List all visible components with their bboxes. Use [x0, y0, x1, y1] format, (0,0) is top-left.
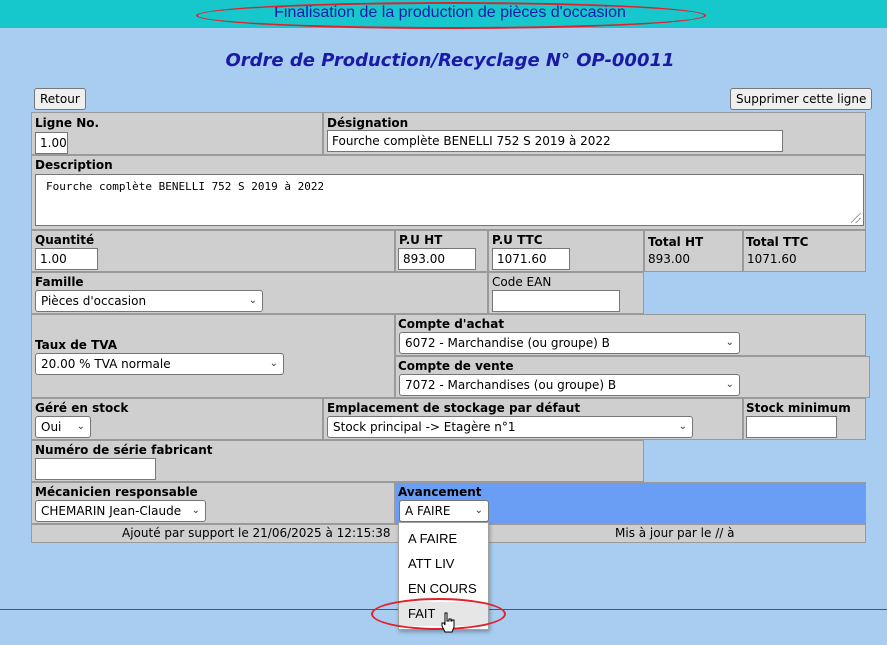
taux-tva-label: Taux de TVA	[35, 338, 118, 352]
cell-total-ttc: Total TTC 1071.60	[743, 230, 866, 272]
famille-value: Pièces d'occasion	[41, 294, 147, 308]
description-label: Description	[35, 158, 113, 172]
compte-vente-value: 7072 - Marchandises (ou groupe) B	[405, 378, 617, 392]
cell-famille: Famille Pièces d'occasion ⌄	[31, 272, 488, 314]
avancement-select[interactable]: A FAIRE ⌄	[399, 500, 489, 522]
total-ttc-value: 1071.60	[747, 252, 797, 266]
serie-label: Numéro de série fabricant	[35, 443, 213, 457]
cell-serie: Numéro de série fabricant	[31, 440, 644, 482]
cell-gere-stock: Géré en stock Oui ⌄	[31, 398, 323, 440]
pu-ttc-label: P.U TTC	[492, 233, 543, 247]
cell-taux-tva: Taux de TVA 20.00 % TVA normale ⌄	[31, 314, 395, 398]
avancement-label: Avancement	[398, 485, 482, 499]
total-ht-label: Total HT	[648, 235, 704, 249]
pu-ht-label: P.U HT	[399, 233, 443, 247]
chevron-down-icon: ⌄	[76, 421, 85, 432]
cell-stock-min: Stock minimum	[743, 398, 866, 440]
cell-avancement: Avancement A FAIRE ⌄	[395, 482, 866, 524]
code-ean-label: Code EAN	[492, 275, 552, 289]
chevron-down-icon: ⌄	[725, 337, 734, 348]
code-ean-input[interactable]	[492, 290, 620, 312]
emplacement-label: Emplacement de stockage par défaut	[327, 401, 581, 415]
serie-input[interactable]	[35, 458, 156, 480]
compte-achat-value: 6072 - Marchandise (ou groupe) B	[405, 336, 610, 350]
quantity-input[interactable]: 1.00	[35, 248, 98, 270]
famille-label: Famille	[35, 275, 84, 289]
page-title: Ordre de Production/Recyclage N° OP-0001…	[225, 50, 675, 71]
pu-ttc-input[interactable]: 1071.60	[492, 248, 570, 270]
resize-grip-icon[interactable]	[851, 213, 861, 223]
compte-vente-label: Compte de vente	[398, 359, 514, 373]
annotation-ellipse-bottom	[371, 598, 506, 630]
mecanicien-select[interactable]: CHEMARIN Jean-Claude ⌄	[35, 500, 206, 522]
description-textarea[interactable]: Fourche complète BENELLI 752 S 2019 à 20…	[35, 174, 864, 226]
emplacement-select[interactable]: Stock principal -> Etagère n°1 ⌄	[327, 416, 693, 438]
avancement-value: A FAIRE	[405, 504, 451, 518]
cell-quantity: Quantité 1.00	[31, 230, 395, 272]
stock-min-input[interactable]	[746, 416, 837, 438]
cell-pu-ttc: P.U TTC 1071.60	[488, 230, 644, 272]
added-info: Ajouté par support le 21/06/2025 à 12:15…	[122, 526, 391, 540]
taux-tva-value: 20.00 % TVA normale	[41, 357, 171, 371]
line-no-input[interactable]: 1.00	[35, 132, 68, 154]
chevron-down-icon: ⌄	[248, 295, 257, 306]
designation-label: Désignation	[327, 116, 409, 130]
chevron-down-icon: ⌄	[191, 505, 200, 516]
cell-code-ean: Code EAN	[488, 272, 644, 314]
back-button[interactable]: Retour	[34, 88, 86, 110]
chevron-down-icon: ⌄	[474, 505, 483, 516]
cell-emplacement: Emplacement de stockage par défaut Stock…	[323, 398, 743, 440]
pu-ht-input[interactable]: 893.00	[398, 248, 476, 270]
line-no-label: Ligne No.	[35, 116, 100, 130]
quantity-label: Quantité	[35, 233, 95, 247]
cell-compte-vente: Compte de vente 7072 - Marchandises (ou …	[395, 356, 870, 398]
emplacement-value: Stock principal -> Etagère n°1	[333, 420, 516, 434]
gere-stock-label: Géré en stock	[35, 401, 129, 415]
designation-input[interactable]: Fourche complète BENELLI 752 S 2019 à 20…	[327, 130, 783, 152]
mecanicien-label: Mécanicien responsable	[35, 485, 198, 499]
cell-line-no: Ligne No. 1.00	[31, 112, 323, 155]
hand-cursor-icon	[441, 612, 455, 633]
chevron-down-icon: ⌄	[269, 358, 278, 369]
total-ttc-label: Total TTC	[746, 235, 809, 249]
annotation-ellipse-top	[196, 2, 706, 29]
stock-min-label: Stock minimum	[746, 401, 851, 415]
gere-stock-value: Oui	[41, 420, 62, 434]
option-att-liv[interactable]: ATT LIV	[399, 552, 488, 576]
cell-mecanicien: Mécanicien responsable CHEMARIN Jean-Cla…	[31, 482, 395, 524]
mecanicien-value: CHEMARIN Jean-Claude	[41, 504, 182, 518]
famille-select[interactable]: Pièces d'occasion ⌄	[35, 290, 263, 312]
compte-achat-select[interactable]: 6072 - Marchandise (ou groupe) B ⌄	[399, 332, 740, 354]
total-ht-value: 893.00	[648, 252, 690, 266]
cell-designation: Désignation Fourche complète BENELLI 752…	[323, 112, 866, 155]
compte-vente-select[interactable]: 7072 - Marchandises (ou groupe) B ⌄	[399, 374, 740, 396]
taux-tva-select[interactable]: 20.00 % TVA normale ⌄	[35, 353, 284, 375]
description-text: Fourche complète BENELLI 752 S 2019 à 20…	[46, 180, 325, 193]
cell-pu-ht: P.U HT 893.00	[395, 230, 488, 272]
cell-description: Description Fourche complète BENELLI 752…	[31, 155, 866, 230]
gere-stock-select[interactable]: Oui ⌄	[35, 416, 91, 438]
chevron-down-icon: ⌄	[678, 421, 687, 432]
delete-line-button[interactable]: Supprimer cette ligne	[730, 88, 873, 110]
option-a-faire[interactable]: A FAIRE	[399, 527, 488, 551]
updated-info: Mis à jour par le // à	[615, 526, 735, 540]
cell-total-ht: Total HT 893.00	[644, 230, 743, 272]
compte-achat-label: Compte d'achat	[398, 317, 505, 331]
chevron-down-icon: ⌄	[725, 379, 734, 390]
cell-compte-achat: Compte d'achat 6072 - Marchandise (ou gr…	[395, 314, 866, 356]
